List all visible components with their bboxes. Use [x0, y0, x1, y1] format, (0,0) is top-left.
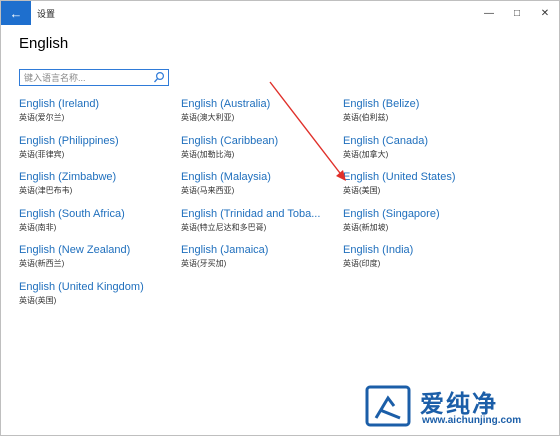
language-native-name: 英语(伯利兹): [343, 113, 389, 122]
language-native-name: 英语(英国): [19, 296, 57, 305]
language-name[interactable]: English (New Zealand): [19, 244, 179, 256]
language-native-name: 英语(美国): [343, 186, 381, 195]
language-item-singapore[interactable]: English (Singapore) 英语(新加坡): [343, 208, 503, 233]
brand-url: www.aichunjing.com: [422, 415, 522, 426]
maximize-icon: □: [513, 7, 521, 19]
language-native-name: 英语(南非): [19, 223, 57, 232]
language-search-input[interactable]: [24, 71, 149, 84]
settings-window: ← 设置 — □ ✕ English English (Ireland) 英语(…: [0, 0, 560, 436]
language-name[interactable]: English (Ireland): [19, 98, 179, 110]
language-item-india[interactable]: English (India) 英语(印度): [343, 244, 503, 269]
language-item-ireland[interactable]: English (Ireland) 英语(爱尔兰): [19, 98, 179, 123]
language-item-malaysia[interactable]: English (Malaysia) 英语(马来西亚): [181, 171, 341, 196]
close-button[interactable]: ✕: [531, 1, 559, 25]
window-title: 设置: [37, 9, 56, 19]
language-name[interactable]: English (Caribbean): [181, 135, 341, 147]
language-name[interactable]: English (South Africa): [19, 208, 179, 220]
language-item-trinidad-and-tobago[interactable]: English (Trinidad and Toba... 英语(特立尼达和多巴…: [181, 208, 341, 233]
language-name[interactable]: English (Trinidad and Toba...: [181, 208, 341, 220]
language-name[interactable]: English (Zimbabwe): [19, 171, 179, 183]
back-button[interactable]: ←: [1, 1, 31, 25]
brand-logo-icon: [365, 385, 411, 427]
window-controls: — □ ✕: [475, 1, 559, 25]
watermark: 爱纯净 www.aichunjing.com: [364, 382, 554, 432]
language-item-south-africa[interactable]: English (South Africa) 英语(南非): [19, 208, 179, 233]
language-item-united-kingdom[interactable]: English (United Kingdom) 英语(英国): [19, 281, 179, 306]
page-title: English: [19, 35, 69, 52]
language-item-caribbean[interactable]: English (Caribbean) 英语(加勒比海): [181, 135, 341, 160]
back-arrow-icon: ←: [9, 5, 23, 21]
language-item-philippines[interactable]: English (Philippines) 英语(菲律宾): [19, 135, 179, 160]
search-icon[interactable]: [153, 71, 165, 84]
language-native-name: 英语(马来西亚): [181, 186, 235, 195]
language-name[interactable]: English (Jamaica): [181, 244, 341, 256]
language-native-name: 英语(菲律宾): [19, 150, 65, 159]
language-name[interactable]: English (United States): [343, 171, 503, 183]
close-icon: ✕: [540, 7, 550, 19]
language-native-name: 英语(牙买加): [181, 259, 227, 268]
language-name[interactable]: English (Philippines): [19, 135, 179, 147]
language-native-name: 英语(印度): [343, 259, 381, 268]
maximize-button[interactable]: □: [503, 1, 531, 25]
language-item-canada[interactable]: English (Canada) 英语(加拿大): [343, 135, 503, 160]
language-native-name: 英语(澳大利亚): [181, 113, 235, 122]
language-item-united-states[interactable]: English (United States) 英语(美国): [343, 171, 503, 196]
language-item-zimbabwe[interactable]: English (Zimbabwe) 英语(津巴布韦): [19, 171, 179, 196]
language-name[interactable]: English (Belize): [343, 98, 503, 110]
language-name[interactable]: English (Australia): [181, 98, 341, 110]
minimize-button[interactable]: —: [475, 1, 503, 25]
language-name[interactable]: English (United Kingdom): [19, 281, 179, 293]
language-native-name: 英语(新西兰): [19, 259, 65, 268]
language-search-box[interactable]: [19, 69, 169, 86]
language-native-name: 英语(新加坡): [343, 223, 389, 232]
language-item-jamaica[interactable]: English (Jamaica) 英语(牙买加): [181, 244, 341, 269]
language-name[interactable]: English (Malaysia): [181, 171, 341, 183]
language-native-name: 英语(津巴布韦): [19, 186, 73, 195]
language-name[interactable]: English (India): [343, 244, 503, 256]
language-native-name: 英语(加拿大): [343, 150, 389, 159]
language-item-belize[interactable]: English (Belize) 英语(伯利兹): [343, 98, 503, 123]
language-native-name: 英语(加勒比海): [181, 150, 235, 159]
language-name[interactable]: English (Singapore): [343, 208, 503, 220]
brand-name: 爱纯净: [420, 390, 498, 418]
language-item-new-zealand[interactable]: English (New Zealand) 英语(新西兰): [19, 244, 179, 269]
language-native-name: 英语(爱尔兰): [19, 113, 65, 122]
language-name[interactable]: English (Canada): [343, 135, 503, 147]
minimize-icon: —: [484, 7, 494, 19]
title-bar: ← 设置 — □ ✕: [1, 1, 559, 25]
language-native-name: 英语(特立尼达和多巴哥): [181, 223, 267, 232]
language-item-australia[interactable]: English (Australia) 英语(澳大利亚): [181, 98, 341, 123]
